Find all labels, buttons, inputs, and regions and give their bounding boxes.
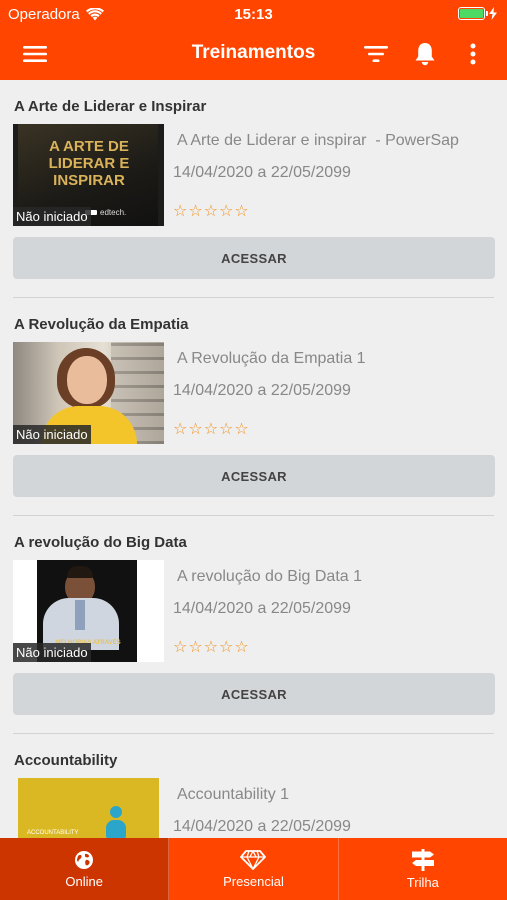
wifi-icon: [85, 7, 104, 20]
course-name: A Arte de Liderar e inspirar - PowerSap: [177, 132, 459, 149]
globe-icon: [75, 850, 94, 869]
tab-label: Online: [65, 873, 103, 889]
rating-stars[interactable]: ☆ ☆ ☆ ☆ ☆: [173, 422, 249, 438]
star-icon[interactable]: ☆: [204, 640, 218, 656]
charging-bolt-icon: [489, 7, 497, 20]
bottom-tab-bar: Online Presencial Trilha: [0, 838, 507, 900]
course-dates: 14/04/2020 a 22/05/2099: [173, 818, 351, 835]
status-badge: Não iniciado: [13, 643, 91, 662]
tab-trilha[interactable]: Trilha: [339, 838, 507, 900]
star-icon[interactable]: ☆: [188, 422, 202, 438]
carrier-info: Operadora: [8, 6, 104, 23]
star-icon[interactable]: ☆: [173, 422, 187, 438]
star-icon[interactable]: ☆: [234, 204, 248, 220]
star-icon[interactable]: ☆: [188, 640, 202, 656]
star-icon[interactable]: ☆: [234, 422, 248, 438]
status-badge: Não iniciado: [13, 207, 91, 226]
filter-icon[interactable]: [361, 40, 391, 68]
course-list[interactable]: A Arte de Liderar e Inspirar A ARTE DE L…: [0, 80, 507, 838]
app-header: Treinamentos: [0, 28, 507, 80]
course-title: Accountability: [14, 752, 118, 769]
course-title: A revolução do Big Data: [14, 534, 187, 551]
course-thumbnail[interactable]: Não iniciado: [13, 342, 164, 444]
course-thumbnail[interactable]: ACCOUNTABILITY: [13, 778, 164, 838]
course-thumbnail[interactable]: A ARTE DE LIDERAR E INSPIRAR edtech. Não…: [13, 124, 164, 226]
course-title: A Revolução da Empatia: [14, 316, 189, 333]
course-name: A Revolução da Empatia 1: [177, 350, 366, 367]
star-icon[interactable]: ☆: [204, 422, 218, 438]
star-icon[interactable]: ☆: [219, 640, 233, 656]
tab-online[interactable]: Online: [0, 838, 170, 900]
star-icon[interactable]: ☆: [219, 422, 233, 438]
star-icon[interactable]: ☆: [173, 204, 187, 220]
course-name: Accountability 1: [177, 786, 290, 803]
tab-label: Presencial: [223, 873, 284, 889]
course-thumbnail[interactable]: MELHORIAS ATRAVÉS Não iniciado: [13, 560, 164, 662]
more-options-icon[interactable]: [458, 40, 488, 68]
divider: [13, 297, 494, 298]
course-dates: 14/04/2020 a 22/05/2099: [173, 164, 351, 181]
rating-stars[interactable]: ☆ ☆ ☆ ☆ ☆: [173, 640, 249, 656]
battery-icon: [458, 7, 488, 20]
access-button[interactable]: ACESSAR: [13, 237, 495, 279]
course-title: A Arte de Liderar e Inspirar: [14, 98, 207, 115]
diamond-icon: [240, 849, 267, 870]
signpost-icon: [411, 848, 434, 871]
rating-stars[interactable]: ☆ ☆ ☆ ☆ ☆: [173, 204, 249, 220]
carrier-name: Operadora: [8, 5, 80, 23]
star-icon[interactable]: ☆: [204, 204, 218, 220]
tab-presencial[interactable]: Presencial: [169, 838, 339, 900]
brand-logo: edtech.: [85, 206, 155, 218]
star-icon[interactable]: ☆: [173, 640, 187, 656]
star-icon[interactable]: ☆: [188, 204, 202, 220]
thumbnail-caption: A ARTE DE LIDERAR E INSPIRAR: [48, 138, 130, 189]
tab-label: Trilha: [406, 874, 439, 890]
access-button[interactable]: ACESSAR: [13, 673, 495, 715]
course-dates: 14/04/2020 a 22/05/2099: [173, 600, 351, 617]
course-name: A revolução do Big Data 1: [177, 568, 363, 585]
status-badge: Não iniciado: [13, 425, 91, 444]
divider: [13, 733, 494, 734]
course-dates: 14/04/2020 a 22/05/2099: [173, 382, 351, 399]
thumbnail-caption: ACCOUNTABILITY: [27, 830, 79, 836]
bell-icon[interactable]: [410, 40, 440, 68]
status-bar: Operadora 15:13: [0, 0, 507, 28]
star-icon[interactable]: ☆: [234, 640, 248, 656]
star-icon[interactable]: ☆: [219, 204, 233, 220]
divider: [13, 515, 494, 516]
access-button[interactable]: ACESSAR: [13, 455, 495, 497]
battery-indicator: [458, 7, 497, 20]
